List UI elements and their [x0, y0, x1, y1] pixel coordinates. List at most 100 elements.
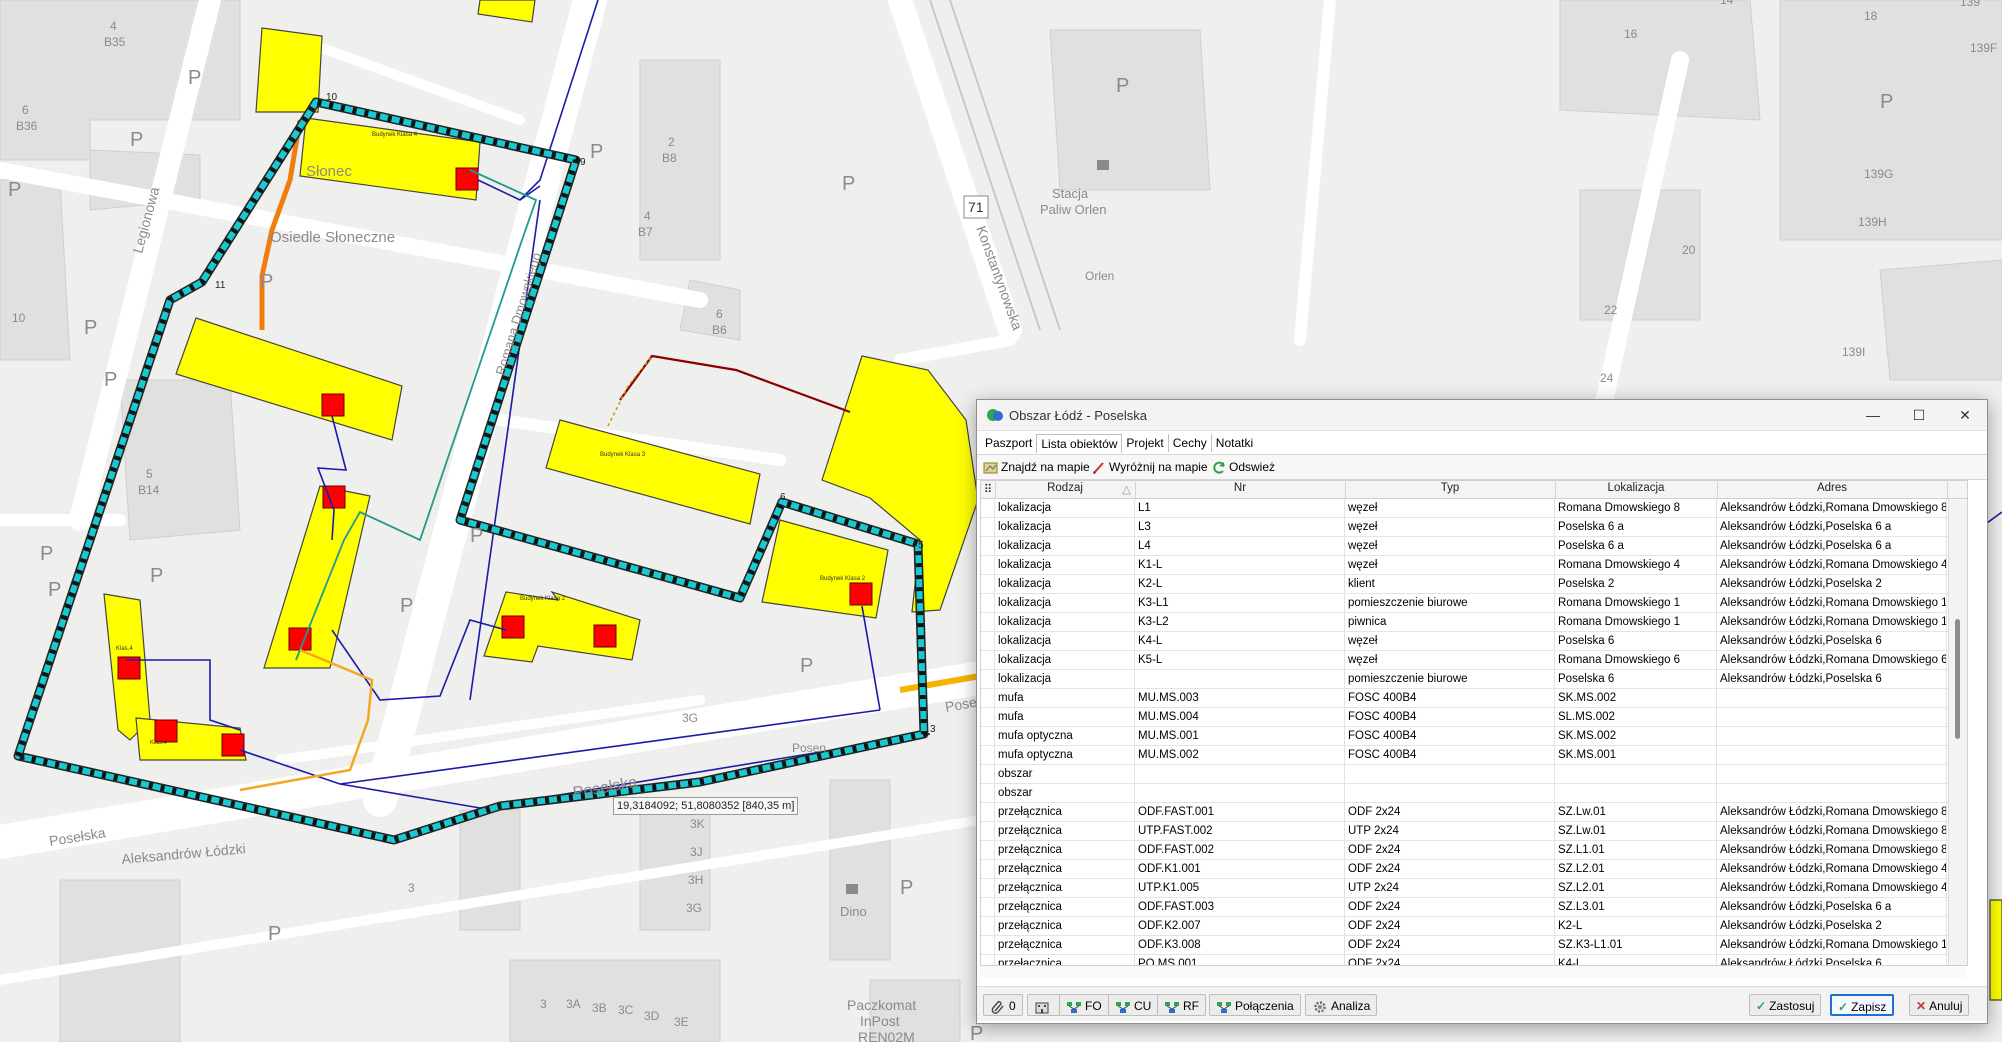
column-header-rodzaj[interactable]: Rodzaj △ — [995, 482, 1136, 498]
table-row[interactable]: mufa optyczna MU.MS.002 FOSC 400B4 SK.MS.00… — [981, 746, 1967, 765]
analysis-button[interactable]: Analiza — [1305, 994, 1378, 1016]
table-cell: Aleksandrów Łódzki,Poselska 6 a — [1717, 898, 1947, 916]
attachments-button[interactable]: 0 — [983, 994, 1023, 1016]
row-selector[interactable] — [981, 708, 995, 726]
table-body: lokalizacja L1 węzeł Romana Dmowskiego 8 Ale… — [981, 499, 1967, 965]
table-cell: K5-L — [1135, 651, 1345, 669]
row-selector[interactable] — [981, 613, 995, 631]
table-row[interactable]: lokalizacja K4-L węzeł Poselska 6 Aleksandró… — [981, 632, 1967, 651]
table-row[interactable]: przełącznica ODF.K2.007 ODF 2x24 K2-L Aleksa… — [981, 917, 1967, 936]
row-selector[interactable] — [981, 955, 995, 965]
row-selector[interactable] — [981, 537, 995, 555]
row-selector[interactable] — [981, 917, 995, 935]
table-row[interactable]: obszar — [981, 784, 1967, 803]
row-selector[interactable] — [981, 689, 995, 707]
row-selector[interactable] — [981, 499, 995, 517]
connections-button[interactable]: Połączenia — [1209, 994, 1301, 1016]
object-list-dialog[interactable]: Obszar Łódź - Poselska — ☐ ✕ Paszport Li… — [976, 399, 1988, 1024]
table-row[interactable]: lokalizacja L3 węzeł Poselska 6 a Aleksandró… — [981, 518, 1967, 537]
table-row[interactable]: przełącznica ODF.FAST.002 ODF 2x24 SZ.L1.01… — [981, 841, 1967, 860]
table-cell: ODF.K1.001 — [1135, 860, 1345, 878]
row-selector[interactable] — [981, 651, 995, 669]
maximize-button[interactable]: ☐ — [1897, 403, 1941, 427]
close-button[interactable]: ✕ — [1943, 403, 1987, 427]
table-row[interactable]: przełącznica ODF.K1.001 ODF 2x24 SZ.L2.01 Al… — [981, 860, 1967, 879]
row-selector[interactable] — [981, 594, 995, 612]
table-row[interactable]: lokalizacja K3-L1 pomieszczenie biurowe Rom… — [981, 594, 1967, 613]
table-row[interactable]: przełącznica UTP.K1.005 UTP 2x24 SZ.L2.01 Al… — [981, 879, 1967, 898]
tab-lista-obiektow[interactable]: Lista obiektów — [1036, 434, 1123, 453]
table-row[interactable]: mufa MU.MS.004 FOSC 400B4 SL.MS.002 — [981, 708, 1967, 727]
find-on-map-button[interactable]: Znajdź na mapie — [983, 458, 1090, 476]
horizontal-scrollbar[interactable] — [980, 966, 1966, 978]
apply-button[interactable]: ✓ Zastosuj — [1749, 994, 1822, 1016]
rf-button[interactable]: RF — [1157, 994, 1206, 1016]
table-row[interactable]: przełącznica ODF.FAST.001 ODF 2x24 SZ.Lw.01… — [981, 803, 1967, 822]
table-cell: obszar — [995, 765, 1135, 783]
row-selector[interactable] — [981, 556, 995, 574]
cancel-button[interactable]: ✕ Anuluj — [1909, 994, 1970, 1016]
tab-paszport[interactable]: Paszport — [981, 434, 1036, 452]
header-row-selector[interactable]: ⠿ — [981, 482, 996, 498]
building-button[interactable] — [1027, 994, 1060, 1016]
save-button[interactable]: ✓ Zapisz — [1830, 994, 1895, 1016]
tab-notatki[interactable]: Notatki — [1212, 434, 1257, 452]
row-selector[interactable] — [981, 784, 995, 802]
table-row[interactable]: lokalizacja K1-L węzeł Romana Dmowskiego 4A… — [981, 556, 1967, 575]
table-row[interactable]: mufa optyczna MU.MS.001 FOSC 400B4 SK.MS.00… — [981, 727, 1967, 746]
row-selector[interactable] — [981, 898, 995, 916]
row-selector[interactable] — [981, 936, 995, 954]
svg-text:P: P — [268, 923, 281, 945]
fo-button[interactable]: FO — [1059, 994, 1109, 1016]
row-selector[interactable] — [981, 765, 995, 783]
row-selector[interactable] — [981, 632, 995, 650]
refresh-button[interactable]: Odswież — [1211, 458, 1275, 476]
table-row[interactable]: lokalizacja L1 węzeł Romana Dmowskiego 8 Ale… — [981, 499, 1967, 518]
table-row[interactable]: lokalizacja pomieszczenie biurowe Poselska… — [981, 670, 1967, 689]
dialog-titlebar[interactable]: Obszar Łódź - Poselska — ☐ ✕ — [977, 400, 1987, 431]
row-selector[interactable] — [981, 860, 995, 878]
svg-text:P: P — [104, 369, 117, 391]
table-row[interactable]: obszar — [981, 765, 1967, 784]
table-row[interactable]: przełącznica ODF.K3.008 ODF 2x24 SZ.K3-L1.0… — [981, 936, 1967, 955]
row-selector[interactable] — [981, 727, 995, 745]
table-row[interactable]: lokalizacja K5-L węzeł Romana Dmowskiego 6A… — [981, 651, 1967, 670]
vertical-scrollbar[interactable] — [1948, 499, 1967, 965]
column-header-nr[interactable]: Nr — [1135, 482, 1346, 498]
table-cell: K4-L — [1555, 955, 1717, 965]
table-cell: ODF 2x24 — [1345, 803, 1555, 821]
table-row[interactable]: przełącznica ODF.FAST.003 ODF 2x24 SZ.L3.01… — [981, 898, 1967, 917]
table-cell: lokalizacja — [995, 499, 1135, 517]
column-header-lokalizacja[interactable]: Lokalizacja — [1555, 482, 1718, 498]
row-selector[interactable] — [981, 879, 995, 897]
row-selector[interactable] — [981, 841, 995, 859]
table-cell: Aleksandrów Łódzki,Romana Dmowskiego 4 — [1717, 879, 1947, 897]
tab-cechy[interactable]: Cechy — [1169, 434, 1212, 452]
row-selector[interactable] — [981, 670, 995, 688]
column-header-typ[interactable]: Typ — [1345, 482, 1556, 498]
column-header-adres[interactable]: Adres — [1717, 482, 1948, 498]
table-row[interactable]: lokalizacja K3-L2 piwnica Romana Dmowskiego… — [981, 613, 1967, 632]
row-selector[interactable] — [981, 575, 995, 593]
row-selector[interactable] — [981, 803, 995, 821]
object-table[interactable]: ⠿ Rodzaj △ Nr Typ Lokalizacja Adres lokal… — [980, 480, 1968, 966]
table-row[interactable]: przełącznica PO.MS.001 ODF 2x24 K4-L Aleksan… — [981, 955, 1967, 965]
row-selector[interactable] — [981, 746, 995, 764]
house-number: 139 — [1960, 0, 1980, 9]
highlight-on-map-button[interactable]: Wyróżnij na mapie — [1091, 458, 1208, 476]
table-row[interactable]: przełącznica UTP.FAST.002 UTP 2x24 SZ.Lw.01… — [981, 822, 1967, 841]
row-selector[interactable] — [981, 518, 995, 536]
table-row[interactable]: lokalizacja K2-L klient Poselska 2 Aleksandr… — [981, 575, 1967, 594]
cu-button[interactable]: CU — [1108, 994, 1159, 1016]
dialog-bottom-bar: 0 FO CU RF Połączenia Analiza ✓ Zastosuj … — [977, 986, 1987, 1021]
scrollbar-thumb[interactable] — [1955, 619, 1960, 739]
row-selector[interactable] — [981, 822, 995, 840]
table-row[interactable]: lokalizacja L4 węzeł Poselska 6 a Aleksandró… — [981, 537, 1967, 556]
tab-projekt[interactable]: Projekt — [1122, 434, 1169, 452]
table-row[interactable]: mufa MU.MS.003 FOSC 400B4 SK.MS.002 — [981, 689, 1967, 708]
house-number: 3E — [674, 1015, 689, 1029]
table-cell — [1555, 765, 1717, 783]
table-cell: przełącznica — [995, 898, 1135, 916]
table-cell: węzeł — [1345, 556, 1555, 574]
minimize-button[interactable]: — — [1851, 403, 1895, 427]
